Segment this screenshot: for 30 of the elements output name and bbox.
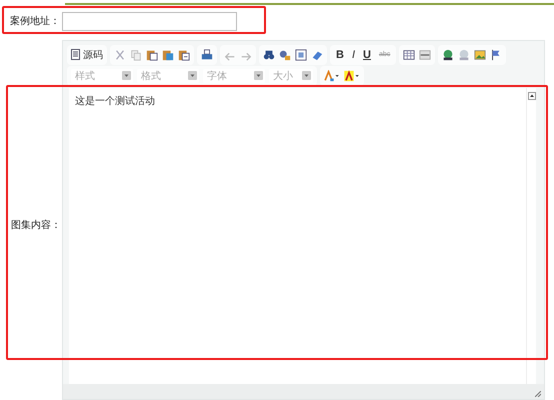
paste-icon[interactable]: [146, 48, 158, 60]
highlight-color-icon[interactable]: [344, 70, 360, 82]
flag-icon[interactable]: [490, 48, 502, 60]
image-icon[interactable]: [474, 48, 486, 60]
caret-icon: [122, 71, 131, 80]
document-icon: [71, 49, 80, 60]
text-color-icon[interactable]: [324, 70, 340, 82]
format-button[interactable]: U: [361, 48, 373, 60]
paste-icon[interactable]: [162, 48, 174, 60]
globe-link-icon[interactable]: [442, 48, 454, 60]
select-all-icon[interactable]: [295, 48, 307, 60]
caret-icon: [188, 71, 197, 80]
field-label: 图集内容：: [11, 218, 61, 232]
format-button[interactable]: I: [350, 48, 358, 60]
field-label: 案例地址：: [10, 14, 61, 28]
editor-content-area[interactable]: 这是一个测试活动: [69, 88, 526, 384]
printer-icon[interactable]: [201, 48, 213, 60]
paste-icon[interactable]: [178, 48, 190, 60]
format-button[interactable]: B: [334, 48, 346, 60]
replace-icon[interactable]: [279, 48, 291, 60]
table-icon[interactable]: [403, 48, 416, 60]
binoculars-icon[interactable]: [263, 48, 275, 60]
eraser-icon[interactable]: [311, 48, 323, 60]
editor-text: 这是一个测试活动: [75, 96, 155, 107]
resize-grip-icon[interactable]: [535, 391, 541, 397]
scroll-up-icon[interactable]: [528, 92, 536, 100]
address-input-field[interactable]: [62, 12, 237, 30]
scrollbar[interactable]: [526, 88, 536, 384]
caret-icon: [302, 71, 311, 80]
caret-icon: [254, 71, 263, 80]
